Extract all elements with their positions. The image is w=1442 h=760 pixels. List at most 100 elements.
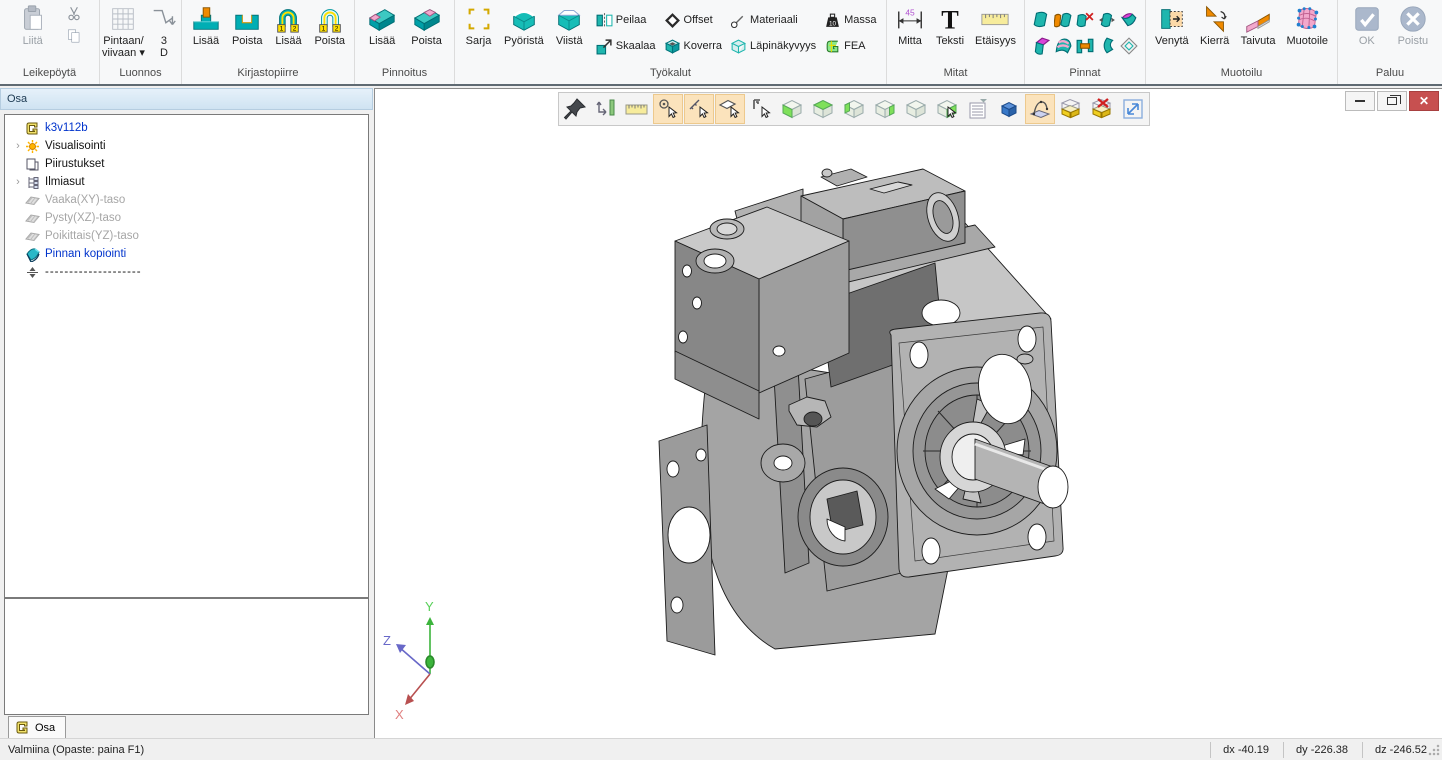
ribbon-group-return: OK Poistu Paluu bbox=[1338, 0, 1442, 84]
tree-item-part-root[interactable]: k3v112b bbox=[5, 119, 368, 137]
feature-tree-panel: Osa k3v112b ›Visualisointi Piirustukset … bbox=[0, 88, 373, 738]
library-add-numbered-button[interactable]: Lisää bbox=[271, 3, 305, 48]
distance-button[interactable]: Etäisyys bbox=[973, 3, 1018, 48]
hollow-button[interactable]: Koverra bbox=[661, 33, 726, 59]
tree-item-insert-marker[interactable]: -------------------- bbox=[5, 263, 368, 281]
dimension-button[interactable]: Mitta bbox=[893, 3, 927, 48]
library-add-icon bbox=[191, 4, 221, 34]
deform-button[interactable]: Muotoile bbox=[1284, 3, 1330, 48]
part-icon bbox=[15, 720, 30, 735]
surface-add-button[interactable]: Lisää bbox=[365, 3, 399, 48]
tree-item-yz-plane[interactable]: Poikittais(YZ)-taso bbox=[5, 227, 368, 245]
secondary-panel bbox=[4, 598, 369, 715]
fea-button[interactable]: FEA bbox=[821, 33, 879, 59]
ribbon: Liitä Leikepöytä Pintaan/viivaan ▾ 3D Lu… bbox=[0, 0, 1442, 86]
chamfer-icon bbox=[554, 4, 584, 34]
chevron-right-icon[interactable]: › bbox=[11, 140, 25, 152]
axis-y-label: Y bbox=[425, 599, 434, 614]
ribbon-group-dimensions: Mitta Teksti Etäisyys Mitat bbox=[887, 0, 1025, 84]
ribbon-group-library-feature: Lisää Poista Lisää Poista Kirjastopiirre bbox=[182, 0, 355, 84]
ribbon-group-sketch: Pintaan/viivaan ▾ 3D Luonnos bbox=[100, 0, 182, 84]
pump-3d-model[interactable]: Y Z X bbox=[375, 89, 1442, 738]
exit-button[interactable]: Poistu bbox=[1396, 3, 1431, 48]
insert-marker-icon bbox=[25, 265, 40, 280]
chevron-right-icon[interactable]: › bbox=[11, 176, 25, 188]
material-button[interactable]: Materiaali bbox=[727, 7, 819, 33]
text-button[interactable]: Teksti bbox=[933, 3, 967, 48]
clipboard-paste-icon bbox=[18, 4, 48, 34]
deform-mesh-icon bbox=[1292, 4, 1322, 34]
chamfer-button[interactable]: Viistä bbox=[552, 3, 586, 48]
sketch-on-face-button[interactable]: Pintaan/viivaan ▾ bbox=[100, 3, 147, 60]
surface-copy-icon bbox=[25, 247, 40, 262]
status-dz: dz -246.52 bbox=[1362, 742, 1428, 758]
tree-item-xz-plane[interactable]: Pysty(XZ)-taso bbox=[5, 209, 368, 227]
surface-move-icon[interactable] bbox=[1098, 11, 1116, 29]
part-icon bbox=[25, 121, 40, 136]
panel-header: Osa bbox=[0, 88, 373, 110]
surface-blend-icon[interactable] bbox=[1120, 11, 1138, 29]
tab-part[interactable]: Osa bbox=[8, 716, 66, 738]
group-label: Kirjastopiirre bbox=[182, 64, 354, 84]
fillet-button[interactable]: Pyöristä bbox=[502, 3, 546, 48]
exit-cross-icon bbox=[1398, 4, 1428, 34]
tree-item-surface-copy[interactable]: Pinnan kopiointi bbox=[5, 245, 368, 263]
tree-item-xy-plane[interactable]: Vaaka(XY)-taso bbox=[5, 191, 368, 209]
ok-button[interactable]: OK bbox=[1350, 3, 1384, 48]
model-viewport[interactable]: ✕ bbox=[374, 88, 1442, 738]
grid-icon bbox=[108, 4, 138, 34]
library-remove-numbered-button[interactable]: Poista bbox=[312, 3, 347, 48]
paste-button[interactable]: Liitä bbox=[16, 3, 50, 48]
panel-tab-bar: Osa bbox=[0, 716, 373, 738]
feature-tree: k3v112b ›Visualisointi Piirustukset ›Ilm… bbox=[4, 114, 369, 598]
polyline-3d-icon bbox=[149, 4, 179, 34]
plane-icon bbox=[25, 193, 40, 208]
surface-trim-icon[interactable] bbox=[1032, 37, 1050, 55]
library-remove-button[interactable]: Poista bbox=[230, 3, 265, 48]
axis-x-label: X bbox=[395, 707, 404, 722]
offset-icon bbox=[664, 12, 681, 29]
surface-remove-button[interactable]: Poista bbox=[409, 3, 444, 48]
resize-grip[interactable] bbox=[1428, 744, 1440, 756]
fea-icon bbox=[824, 38, 841, 55]
surface-delete-icon[interactable] bbox=[1076, 11, 1094, 29]
status-message: Valmiina (Opaste: paina F1) bbox=[0, 744, 1210, 756]
offset-button[interactable]: Offset bbox=[661, 7, 726, 33]
surface-remove-icon bbox=[412, 4, 442, 34]
surface-bend-icon[interactable] bbox=[1098, 37, 1116, 55]
mass-button[interactable]: Massa bbox=[821, 7, 879, 33]
sketch-3d-button[interactable]: 3D bbox=[147, 3, 181, 60]
sun-icon bbox=[25, 139, 40, 154]
pattern-button[interactable]: Sarja bbox=[462, 3, 496, 48]
group-label: Pinnoitus bbox=[355, 64, 454, 84]
bend-button[interactable]: Taivuta bbox=[1239, 3, 1278, 48]
scale-button[interactable]: Skaalaa bbox=[593, 33, 659, 59]
surface-pair-icon[interactable] bbox=[1054, 11, 1072, 29]
ribbon-group-surfacing: Lisää Poista Pinnoitus bbox=[355, 0, 455, 84]
mirror-button[interactable]: Peilaa bbox=[593, 7, 659, 33]
plane-icon bbox=[25, 211, 40, 226]
tree-item-configurations[interactable]: ›Ilmiasut bbox=[5, 173, 368, 191]
twist-button[interactable]: Kierrä bbox=[1198, 3, 1232, 48]
tree-item-drawings[interactable]: Piirustukset bbox=[5, 155, 368, 173]
drawings-icon bbox=[25, 157, 40, 172]
stretch-button[interactable]: Venytä bbox=[1153, 3, 1191, 48]
surface-create-icon[interactable] bbox=[1032, 11, 1050, 29]
scale-icon bbox=[596, 38, 613, 55]
plane-icon bbox=[25, 229, 40, 244]
cut-icon[interactable] bbox=[65, 5, 83, 23]
group-label: Muotoilu bbox=[1146, 64, 1337, 84]
surface-join-icon[interactable] bbox=[1076, 37, 1094, 55]
surface-striped-icon[interactable] bbox=[1054, 37, 1072, 55]
dimension-icon bbox=[895, 4, 925, 34]
tree-item-visualization[interactable]: ›Visualisointi bbox=[5, 137, 368, 155]
twist-icon bbox=[1200, 4, 1230, 34]
surface-flatten-icon[interactable] bbox=[1120, 37, 1138, 55]
transparency-icon bbox=[730, 38, 747, 55]
transparency-button[interactable]: Läpinäkyvyys bbox=[727, 33, 819, 59]
text-icon bbox=[935, 4, 965, 34]
group-label: Mitat bbox=[887, 64, 1024, 84]
copy-icon[interactable] bbox=[65, 27, 83, 45]
library-remove-icon bbox=[232, 4, 262, 34]
library-add-button[interactable]: Lisää bbox=[189, 3, 223, 48]
